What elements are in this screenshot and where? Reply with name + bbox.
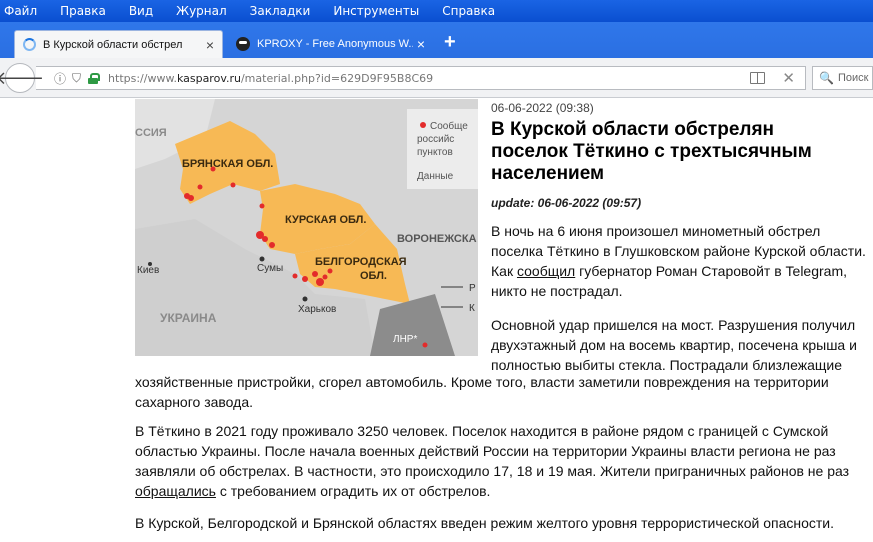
svg-text:ОБЛ.: ОБЛ.	[360, 270, 387, 282]
tab-kproxy[interactable]: KPROXY - Free Anonymous W... ×	[228, 30, 433, 58]
svg-text:БЕЛГОРОДСКАЯ: БЕЛГОРОДСКАЯ	[315, 256, 407, 268]
kproxy-favicon-icon	[236, 37, 250, 51]
tab-strip: В Курской области обстрел × KPROXY - Fre…	[0, 22, 873, 58]
new-tab-button[interactable]: +	[444, 31, 456, 54]
svg-text:ССИЯ: ССИЯ	[135, 127, 167, 139]
menu-view[interactable]: Вид	[129, 4, 153, 18]
url-text[interactable]: https://www.kasparov.ru/material.php?id=…	[108, 72, 433, 85]
menu-history[interactable]: Журнал	[176, 4, 227, 18]
tab-title: В Курской области обстрел	[43, 38, 183, 51]
loading-spinner-icon	[23, 38, 36, 51]
paragraph-2-start: Основной удар пришелся на мост. Разрушен…	[491, 317, 857, 373]
info-icon[interactable]: ⓘ	[54, 70, 66, 87]
navigation-bar: ⓘ ⛉ https://www.kasparov.ru/material.php…	[0, 58, 873, 98]
paragraph-1: В ночь на 6 июня произошел минометный об…	[491, 223, 866, 299]
close-icon[interactable]: ×	[206, 37, 214, 53]
stop-icon[interactable]: ✕	[782, 69, 795, 87]
svg-text:ЛНР*: ЛНР*	[393, 334, 417, 345]
link-soobshil[interactable]: сообщил	[517, 263, 575, 279]
svg-text:Киев: Киев	[137, 265, 159, 276]
article-update: update: 06-06-2022 (09:57)	[491, 196, 642, 210]
menu-tools[interactable]: Инструменты	[333, 4, 419, 18]
menu-bookmarks[interactable]: Закладки	[250, 4, 311, 18]
link-obrashchalis[interactable]: обращались	[135, 483, 216, 499]
back-button[interactable]: 🡐	[0, 63, 44, 93]
arrow-left-icon: 🡐	[0, 67, 45, 88]
paragraph-3: В Тёткино в 2021 году проживало 3250 чел…	[135, 423, 850, 499]
search-icon: 🔍	[819, 71, 834, 85]
paragraph-2-end: хозяйственные пристройки, сгорел автомоб…	[135, 374, 829, 410]
menu-edit[interactable]: Правка	[60, 4, 106, 18]
svg-text:Харьков: Харьков	[298, 304, 336, 315]
svg-text:российс: российс	[417, 134, 454, 145]
url-bar[interactable]: ⓘ ⛉ https://www.kasparov.ru/material.php…	[36, 66, 806, 90]
svg-text:Р: Р	[469, 283, 476, 294]
lock-icon[interactable]	[88, 72, 101, 84]
article-title: В Курской области обстрелян поселок Тётк…	[491, 119, 812, 184]
svg-text:КУРСКАЯ ОБЛ.: КУРСКАЯ ОБЛ.	[285, 214, 366, 226]
article-map-image: ССИЯ БРЯНСКАЯ ОБЛ. КУРСКАЯ ОБЛ. ВОРОНЕЖС…	[135, 99, 478, 356]
menu-file[interactable]: Файл	[4, 4, 37, 18]
close-icon[interactable]: ×	[417, 36, 425, 52]
svg-text:К: К	[469, 303, 475, 314]
svg-text:пунктов: пунктов	[417, 147, 453, 158]
svg-text:Сообще: Сообще	[430, 120, 468, 132]
search-input[interactable]: 🔍 Поиск	[812, 66, 873, 90]
svg-text:ВОРОНЕЖСКА: ВОРОНЕЖСКА	[397, 233, 477, 245]
menu-help[interactable]: Справка	[442, 4, 495, 18]
paragraph-4: В Курской, Белгородской и Брянской облас…	[135, 515, 834, 531]
svg-text:БРЯНСКАЯ ОБЛ.: БРЯНСКАЯ ОБЛ.	[182, 158, 273, 170]
tab-title: KPROXY - Free Anonymous W...	[257, 38, 413, 50]
svg-text:Данные: Данные	[417, 171, 454, 182]
svg-text:Сумы: Сумы	[257, 263, 283, 274]
svg-text:УКРАИНА: УКРАИНА	[160, 311, 217, 325]
shield-icon[interactable]: ⛉	[72, 71, 81, 86]
reader-view-icon[interactable]	[750, 72, 765, 84]
article-date: 06-06-2022 (09:38)	[491, 101, 594, 115]
tab-kasparov[interactable]: В Курской области обстрел ×	[14, 30, 223, 58]
menu-bar: Файл Правка Вид Журнал Закладки Инструме…	[0, 0, 873, 22]
page-content: ССИЯ БРЯНСКАЯ ОБЛ. КУРСКАЯ ОБЛ. ВОРОНЕЖС…	[0, 99, 873, 542]
